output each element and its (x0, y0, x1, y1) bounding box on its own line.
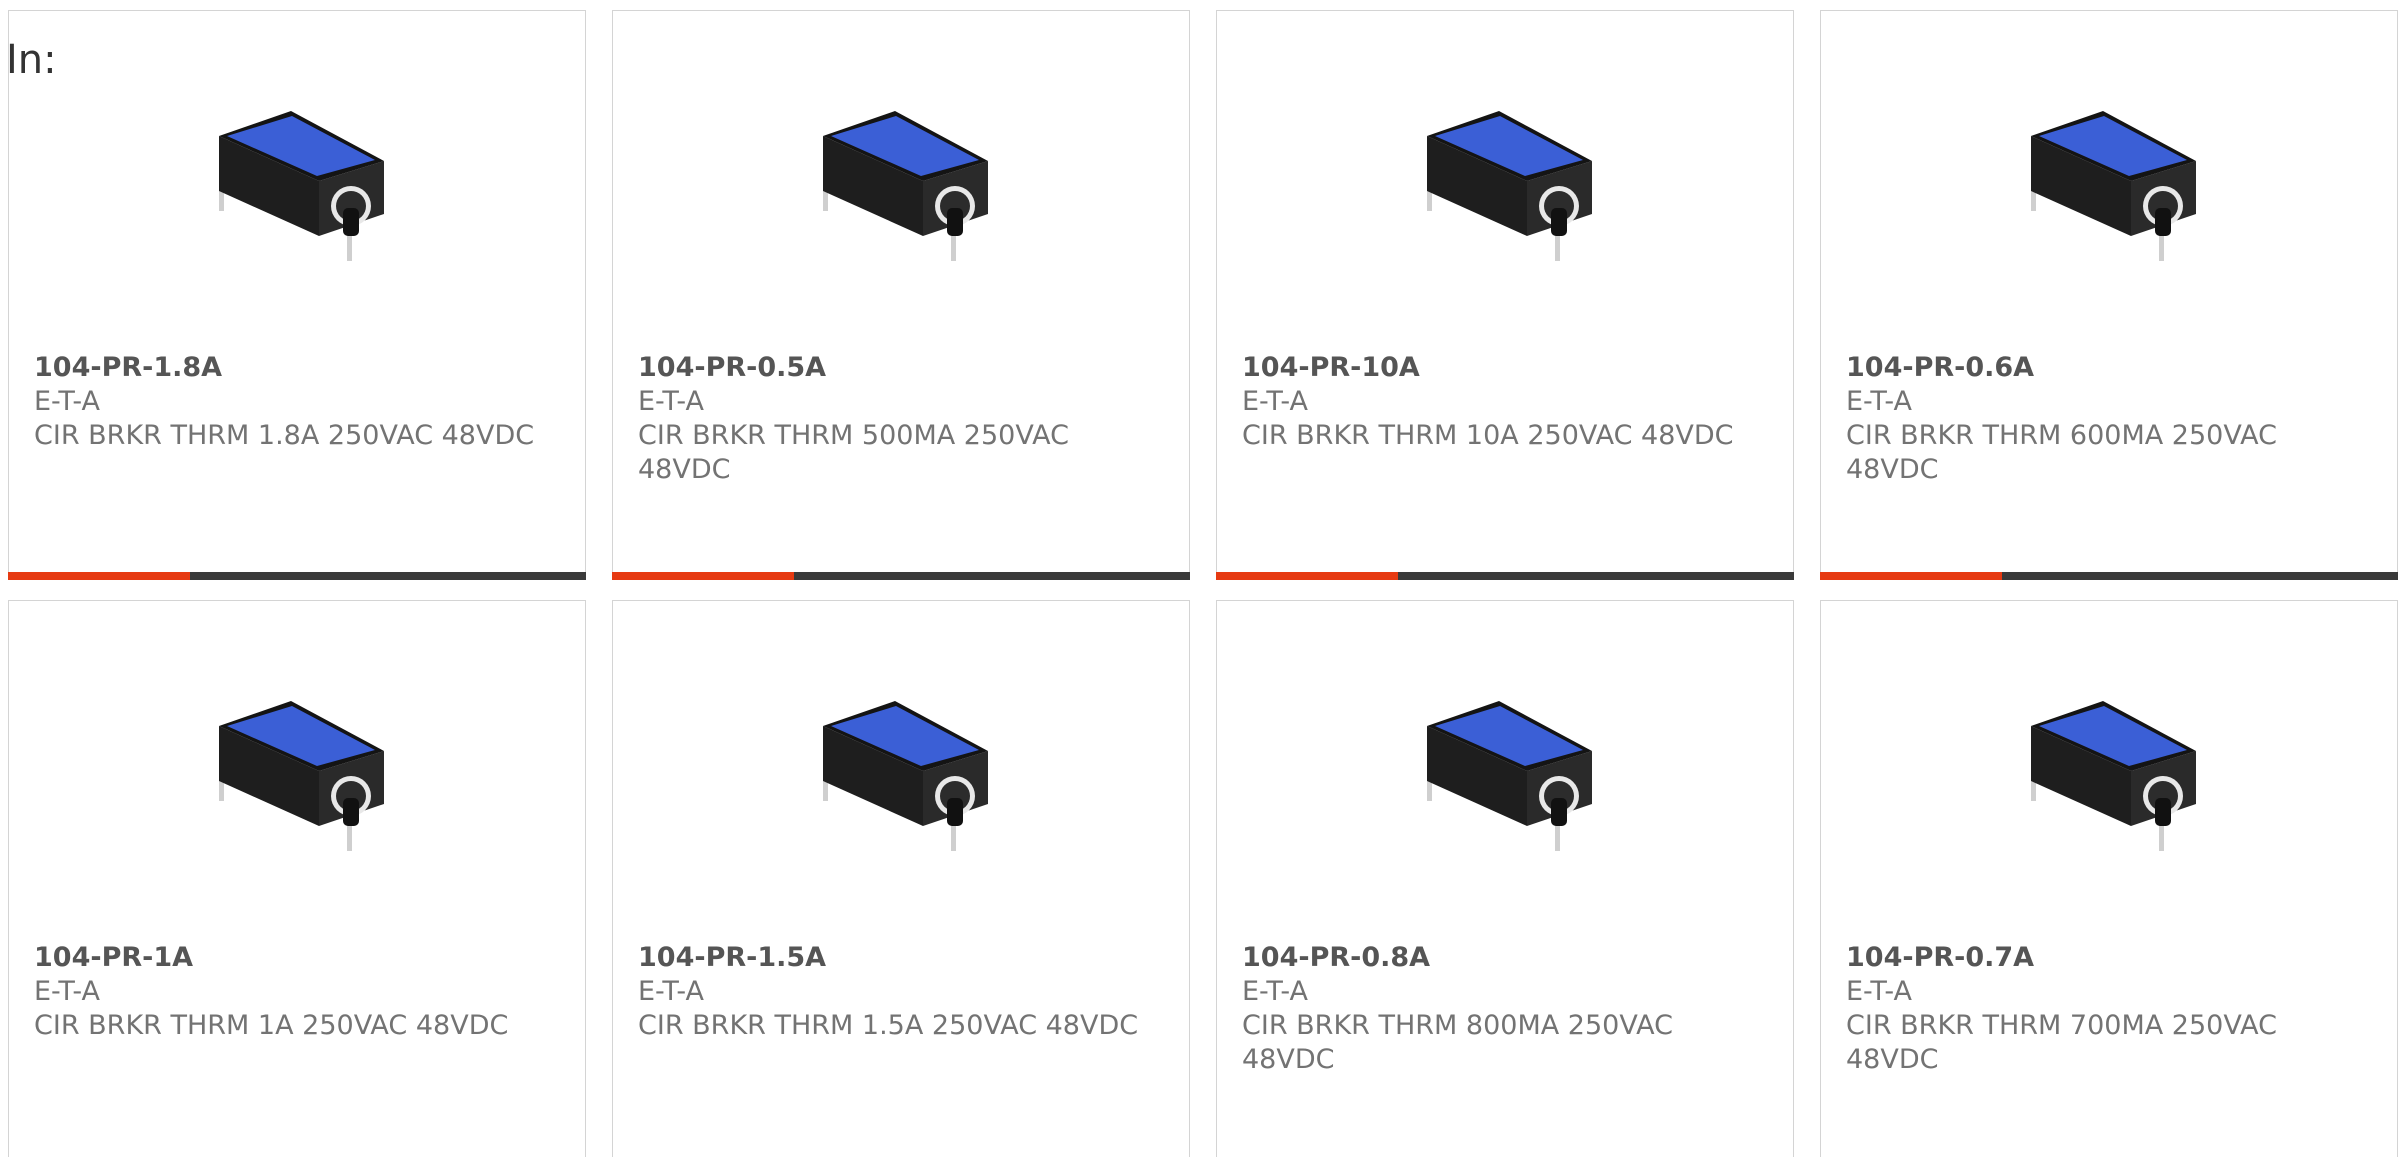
product-description: CIR BRKR THRM 500MA 250VAC 48VDC (638, 420, 1069, 485)
product-info: 104-PR-0.8A E-T-A CIR BRKR THRM 800MA 25… (1242, 941, 1773, 1077)
product-card[interactable]: 104-PR-1.5A E-T-A CIR BRKR THRM 1.5A 250… (612, 600, 1190, 1157)
part-number-link[interactable]: 104-PR-0.8A (1242, 941, 1773, 975)
circuit-breaker-image[interactable] (1407, 96, 1607, 276)
card-accent-bar (612, 572, 794, 580)
card-accent-bar (1216, 572, 1398, 580)
product-description: CIR BRKR THRM 10A 250VAC 48VDC (1242, 420, 1734, 451)
product-card[interactable]: 104-PR-1A E-T-A CIR BRKR THRM 1A 250VAC … (8, 600, 586, 1157)
product-info: 104-PR-0.7A E-T-A CIR BRKR THRM 700MA 25… (1846, 941, 2377, 1077)
manufacturer-name: E-T-A (34, 976, 100, 1007)
product-description: CIR BRKR THRM 600MA 250VAC 48VDC (1846, 420, 2277, 485)
product-description: CIR BRKR THRM 700MA 250VAC 48VDC (1846, 1010, 2277, 1075)
card-bottom-bar (8, 572, 586, 580)
part-number-link[interactable]: 104-PR-0.5A (638, 351, 1169, 385)
part-number-link[interactable]: 104-PR-10A (1242, 351, 1773, 385)
manufacturer-name: E-T-A (1242, 976, 1308, 1007)
manufacturer-name: E-T-A (1846, 976, 1912, 1007)
product-card[interactable]: 104-PR-0.5A E-T-A CIR BRKR THRM 500MA 25… (612, 10, 1190, 580)
part-number-link[interactable]: 104-PR-0.6A (1846, 351, 2377, 385)
card-bottom-bar (1216, 572, 1794, 580)
product-info: 104-PR-0.6A E-T-A CIR BRKR THRM 600MA 25… (1846, 351, 2377, 487)
product-description: CIR BRKR THRM 1.5A 250VAC 48VDC (638, 1010, 1139, 1041)
product-description: CIR BRKR THRM 1.8A 250VAC 48VDC (34, 420, 535, 451)
circuit-breaker-image[interactable] (199, 96, 399, 276)
manufacturer-name: E-T-A (1242, 386, 1308, 417)
product-description: CIR BRKR THRM 1A 250VAC 48VDC (34, 1010, 509, 1041)
manufacturer-name: E-T-A (638, 976, 704, 1007)
part-number-link[interactable]: 104-PR-0.7A (1846, 941, 2377, 975)
product-info: 104-PR-10A E-T-A CIR BRKR THRM 10A 250VA… (1242, 351, 1773, 453)
product-card[interactable]: 104-PR-0.8A E-T-A CIR BRKR THRM 800MA 25… (1216, 600, 1794, 1157)
product-info: 104-PR-0.5A E-T-A CIR BRKR THRM 500MA 25… (638, 351, 1169, 487)
product-info: 104-PR-1.5A E-T-A CIR BRKR THRM 1.5A 250… (638, 941, 1169, 1043)
card-accent-bar (1820, 572, 2002, 580)
product-description: CIR BRKR THRM 800MA 250VAC 48VDC (1242, 1010, 1673, 1075)
card-bottom-bar (612, 572, 1190, 580)
manufacturer-name: E-T-A (1846, 386, 1912, 417)
circuit-breaker-image[interactable] (803, 686, 1003, 866)
card-bottom-bar (1820, 572, 2398, 580)
product-card[interactable]: 104-PR-0.7A E-T-A CIR BRKR THRM 700MA 25… (1820, 600, 2398, 1157)
card-accent-bar (8, 572, 190, 580)
manufacturer-name: E-T-A (638, 386, 704, 417)
product-card[interactable]: 104-PR-0.6A E-T-A CIR BRKR THRM 600MA 25… (1820, 10, 2398, 580)
product-grid: 104-PR-1.8A E-T-A CIR BRKR THRM 1.8A 250… (8, 10, 2400, 1157)
part-number-link[interactable]: 104-PR-1.8A (34, 351, 565, 385)
manufacturer-name: E-T-A (34, 386, 100, 417)
filter-label: In: (6, 37, 57, 83)
circuit-breaker-image[interactable] (803, 96, 1003, 276)
product-results-page: In: 104-PR-1.8A E-T-A CIR BRKR THRM 1.8A… (0, 0, 2400, 1157)
product-info: 104-PR-1A E-T-A CIR BRKR THRM 1A 250VAC … (34, 941, 565, 1043)
product-info: 104-PR-1.8A E-T-A CIR BRKR THRM 1.8A 250… (34, 351, 565, 453)
circuit-breaker-image[interactable] (2011, 686, 2211, 866)
circuit-breaker-image[interactable] (199, 686, 399, 866)
product-card[interactable]: 104-PR-10A E-T-A CIR BRKR THRM 10A 250VA… (1216, 10, 1794, 580)
circuit-breaker-image[interactable] (2011, 96, 2211, 276)
product-card[interactable]: 104-PR-1.8A E-T-A CIR BRKR THRM 1.8A 250… (8, 10, 586, 580)
circuit-breaker-image[interactable] (1407, 686, 1607, 866)
part-number-link[interactable]: 104-PR-1A (34, 941, 565, 975)
part-number-link[interactable]: 104-PR-1.5A (638, 941, 1169, 975)
